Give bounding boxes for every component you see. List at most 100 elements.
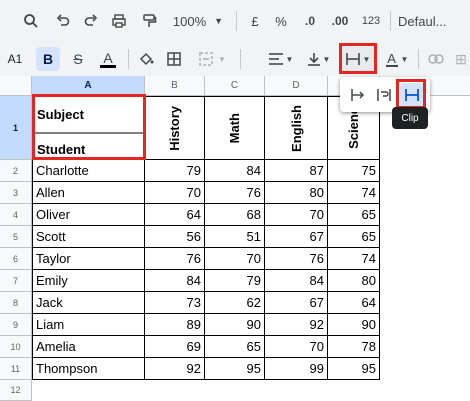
score-cell[interactable]: 78 [328, 336, 380, 358]
student-name-cell[interactable]: Emily [32, 270, 145, 292]
row-header-4[interactable]: 4 [0, 204, 32, 226]
search-icon[interactable] [20, 10, 42, 32]
paint-format-icon[interactable] [138, 10, 160, 32]
score-cell[interactable]: 99 [265, 358, 328, 380]
strikethrough-button[interactable]: S [66, 47, 90, 71]
score-cell[interactable]: 90 [328, 314, 380, 336]
column-header-d[interactable]: D [265, 76, 328, 96]
subject-header-history[interactable]: History [145, 96, 205, 160]
score-cell[interactable]: 79 [145, 160, 205, 182]
score-cell[interactable]: 92 [265, 314, 328, 336]
column-header-c[interactable]: C [205, 76, 265, 96]
student-name-cell[interactable]: Charlotte [32, 160, 145, 182]
horizontal-align-icon[interactable]: ▼ [264, 47, 298, 71]
score-cell[interactable]: 70 [265, 336, 328, 358]
score-cell[interactable]: 80 [265, 182, 328, 204]
toolbar-divider [418, 49, 419, 69]
text-rotation-icon: A [385, 52, 398, 67]
score-cell[interactable]: 75 [328, 160, 380, 182]
vertical-align-icon[interactable]: ▼ [302, 47, 336, 71]
score-cell[interactable]: 76 [265, 248, 328, 270]
score-cell[interactable]: 56 [145, 226, 205, 248]
wrap-option-icon[interactable] [372, 83, 396, 107]
score-cell[interactable]: 95 [328, 358, 380, 380]
student-name-cell[interactable]: Allen [32, 182, 145, 204]
text-rotation-button[interactable]: A ▼ [380, 47, 414, 71]
score-cell[interactable]: 67 [265, 226, 328, 248]
row-header-10[interactable]: 10 [0, 336, 32, 358]
select-all-corner[interactable] [0, 76, 32, 96]
student-name-cell[interactable]: Thompson [32, 358, 145, 380]
increase-decimal-button[interactable]: .00 [328, 10, 352, 32]
student-name-cell[interactable]: Scott [32, 226, 145, 248]
score-cell[interactable]: 84 [145, 270, 205, 292]
overflow-option-icon[interactable] [346, 83, 370, 107]
score-cell[interactable]: 68 [205, 204, 265, 226]
score-cell[interactable]: 65 [328, 204, 380, 226]
score-cell[interactable]: 87 [265, 160, 328, 182]
student-name-cell[interactable]: Liam [32, 314, 145, 336]
score-cell[interactable]: 92 [145, 358, 205, 380]
score-cell[interactable]: 76 [145, 248, 205, 270]
link-icon[interactable] [424, 47, 448, 71]
row-header-1[interactable]: 1 [0, 96, 32, 160]
merge-cells-icon[interactable]: ▼ [192, 47, 232, 71]
bold-button[interactable]: B [36, 47, 60, 71]
score-cell[interactable]: 74 [328, 182, 380, 204]
row-header-2[interactable]: 2 [0, 160, 32, 182]
score-cell[interactable]: 89 [145, 314, 205, 336]
row-header-3[interactable]: 3 [0, 182, 32, 204]
score-cell[interactable]: 70 [205, 248, 265, 270]
row-header-11[interactable]: 11 [0, 358, 32, 380]
comment-icon[interactable]: ⊞ [452, 47, 470, 71]
student-name-cell[interactable]: Oliver [32, 204, 145, 226]
row-header-12[interactable]: 12 [0, 380, 32, 401]
subject-header-math[interactable]: Math [205, 96, 265, 160]
decimal-label: .0 [304, 14, 315, 28]
student-name-cell[interactable]: Amelia [32, 336, 145, 358]
borders-icon[interactable] [162, 47, 186, 71]
row-header-9[interactable]: 9 [0, 314, 32, 336]
score-cell[interactable]: 84 [205, 160, 265, 182]
percent-button[interactable]: % [270, 10, 292, 32]
score-cell[interactable]: 67 [265, 292, 328, 314]
score-cell[interactable]: 64 [328, 292, 380, 314]
score-cell[interactable]: 95 [205, 358, 265, 380]
currency-button[interactable]: £ [244, 10, 266, 32]
score-cell[interactable]: 70 [265, 204, 328, 226]
cell-reference[interactable]: A1 [0, 42, 30, 76]
row-header-6[interactable]: 6 [0, 248, 32, 270]
score-cell[interactable]: 69 [145, 336, 205, 358]
zoom-select[interactable]: 100% ▼ [168, 10, 228, 32]
score-cell[interactable]: 90 [205, 314, 265, 336]
row-header-8[interactable]: 8 [0, 292, 32, 314]
score-cell[interactable]: 79 [205, 270, 265, 292]
score-cell[interactable]: 64 [145, 204, 205, 226]
score-cell[interactable]: 65 [328, 226, 380, 248]
redo-icon[interactable] [80, 10, 102, 32]
number-format-button[interactable]: 123 [358, 10, 384, 32]
score-cell[interactable]: 73 [145, 292, 205, 314]
score-cell[interactable]: 74 [328, 248, 380, 270]
column-header-a[interactable]: A [32, 76, 145, 96]
fill-color-icon[interactable] [134, 47, 158, 71]
score-cell[interactable]: 62 [205, 292, 265, 314]
print-icon[interactable] [108, 10, 130, 32]
score-cell[interactable]: 51 [205, 226, 265, 248]
student-name-cell[interactable]: Jack [32, 292, 145, 314]
score-cell[interactable]: 65 [205, 336, 265, 358]
subject-header-english[interactable]: English [265, 96, 328, 160]
undo-icon[interactable] [52, 10, 74, 32]
column-header-b[interactable]: B [145, 76, 205, 96]
row-header-5[interactable]: 5 [0, 226, 32, 248]
font-select[interactable]: Defaul... [398, 10, 470, 32]
text-color-button[interactable]: A [96, 47, 120, 71]
subject-label: Math [227, 112, 242, 144]
score-cell[interactable]: 70 [145, 182, 205, 204]
decrease-decimal-button[interactable]: .0 [298, 10, 322, 32]
score-cell[interactable]: 76 [205, 182, 265, 204]
score-cell[interactable]: 80 [328, 270, 380, 292]
student-name-cell[interactable]: Taylor [32, 248, 145, 270]
row-header-7[interactable]: 7 [0, 270, 32, 292]
score-cell[interactable]: 84 [265, 270, 328, 292]
